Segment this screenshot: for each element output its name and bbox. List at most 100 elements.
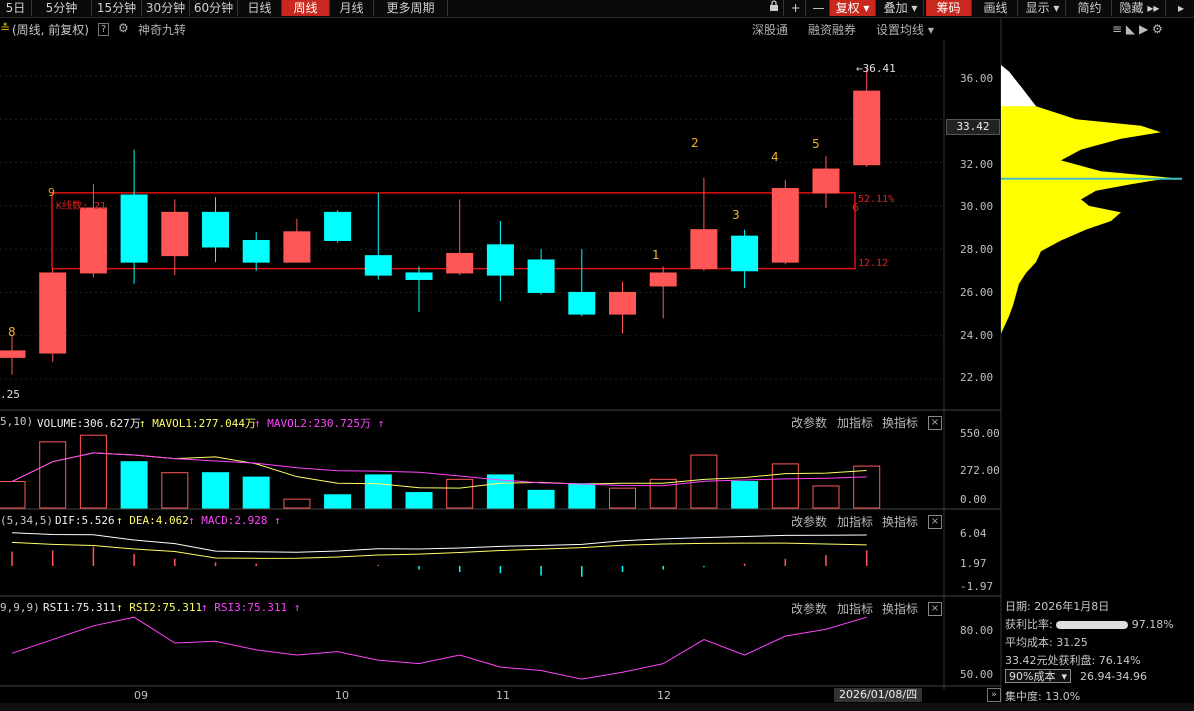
time-tick: 10	[335, 689, 349, 702]
candle-body	[242, 239, 270, 263]
close-panel-button[interactable]: ×	[928, 416, 942, 430]
chip-profit-ratio: 获利比率: 97.18%	[1005, 618, 1174, 631]
volume-bar	[120, 461, 148, 509]
low-price-label: .25	[0, 388, 20, 401]
volume-bar	[853, 465, 881, 509]
add-indicator-button[interactable]: 加指标	[837, 513, 873, 530]
candle-body	[486, 244, 514, 276]
price-tick: 24.00	[960, 329, 994, 342]
add-indicator-button[interactable]: 加指标	[837, 600, 873, 617]
cost-select[interactable]: 90%成本 ▾	[1005, 669, 1071, 683]
box-percent: 52.11%	[858, 194, 895, 205]
volume-value: VOLUME:306.627万	[37, 417, 141, 430]
switch-indicator-button[interactable]: 换指标	[882, 513, 918, 530]
macd-params: (5,34,5)	[0, 514, 53, 527]
volume-bar	[405, 492, 433, 509]
volume-tick: 0.00	[960, 493, 987, 506]
switch-indicator-button[interactable]: 换指标	[882, 414, 918, 431]
volume-bar	[446, 478, 474, 509]
volume-bar	[364, 474, 392, 509]
close-panel-button[interactable]: ×	[928, 515, 942, 529]
volume-bar	[39, 441, 67, 509]
chip-date: 日期: 2026年1月8日	[1005, 600, 1110, 613]
price-tick: 26.00	[960, 286, 994, 299]
close-panel-button[interactable]: ×	[928, 602, 942, 616]
cursor-date-label: 2026/01/08/四	[834, 688, 923, 702]
switch-indicator-button[interactable]: 换指标	[882, 600, 918, 617]
volume-bar	[0, 481, 26, 509]
volume-bar	[812, 485, 840, 509]
candle-body	[568, 291, 596, 315]
price-tick: 28.00	[960, 243, 994, 256]
high-price-label: ←36.41	[856, 62, 896, 75]
volume-bar	[79, 434, 107, 509]
macd-tick: 1.97	[960, 557, 987, 570]
volume-bar	[731, 481, 759, 509]
change-params-button[interactable]: 改参数	[791, 414, 827, 431]
expand-icon[interactable]: »	[987, 688, 1001, 702]
nine-count-label: 6	[852, 201, 859, 214]
candle-body	[283, 231, 311, 263]
nine-count-label: 9	[48, 186, 55, 199]
profit-ratio-bar	[1056, 621, 1129, 629]
price-tick: 22.00	[960, 371, 994, 384]
rsi-params: 9,9,9)	[0, 601, 40, 614]
nine-count-label: 3	[732, 208, 740, 222]
nine-count-label: 2	[691, 136, 699, 150]
candle-body	[649, 272, 677, 287]
rsi-line	[11, 616, 867, 680]
current-price-tag: 33.42	[946, 119, 1000, 135]
candle-body	[202, 211, 229, 248]
price-tick: 36.00	[960, 72, 994, 85]
macd-tick: -1.97	[960, 580, 994, 593]
time-tick: 11	[496, 689, 510, 702]
candle-body	[609, 291, 636, 315]
mavol1-value: ↑ MAVOL1:277.044万	[139, 417, 256, 430]
dea-line	[11, 541, 867, 559]
dif-value: DIF:5.526	[55, 514, 115, 527]
bottom-indicator-bar	[0, 703, 1194, 711]
volume-tick: 272.00	[960, 464, 1000, 477]
candle-body	[690, 229, 718, 270]
volume-bar	[527, 489, 555, 509]
add-indicator-button[interactable]: 加指标	[837, 414, 873, 431]
time-tick: 09	[134, 689, 148, 702]
candle-body	[79, 207, 107, 274]
rsi2-value: ↑ RSI2:75.311	[116, 601, 203, 614]
volume-bar	[161, 472, 189, 509]
change-params-button[interactable]: 改参数	[791, 600, 827, 617]
chip-avg-cost: 平均成本: 31.25	[1005, 636, 1088, 649]
box-kline-count: K线数: 21	[56, 201, 107, 212]
nine-count-label: 8	[8, 325, 16, 339]
rsi-tick: 50.00	[960, 668, 994, 681]
volume-bar	[568, 483, 596, 509]
volume-bar	[324, 494, 352, 509]
volume-bar	[771, 463, 799, 509]
volume-tick: 550.00	[960, 427, 1000, 440]
macd-tick: 6.04	[960, 527, 987, 540]
rsi3-value: ↑ RSI3:75.311 ↑	[201, 601, 301, 614]
candle-body	[446, 252, 474, 274]
volume-bar	[202, 472, 229, 509]
volume-bar	[609, 487, 636, 509]
candle-body	[324, 211, 352, 241]
box-low-value: 12.12	[858, 258, 889, 269]
candle-body	[0, 350, 26, 358]
candle-body	[364, 255, 392, 276]
volume-bar	[242, 476, 270, 509]
price-tick: 30.00	[960, 200, 994, 213]
nine-count-label: 4	[771, 150, 779, 164]
volume-params: 5,10)	[0, 415, 34, 428]
candle-body	[527, 259, 555, 293]
rsi1-value: RSI1:75.311	[43, 601, 116, 614]
candle-body	[161, 211, 189, 257]
change-params-button[interactable]: 改参数	[791, 513, 827, 530]
macd-value: ↑ MACD:2.928 ↑	[188, 514, 281, 527]
candle-body	[812, 168, 840, 194]
mavol2-value: ↑ MAVOL2:230.725万 ↑	[254, 417, 385, 430]
candle-body	[39, 272, 67, 354]
price-tick: 32.00	[960, 158, 994, 171]
volume-bar	[283, 498, 311, 509]
dea-value: ↑ DEA:4.062	[116, 514, 189, 527]
nine-count-label: 5	[812, 137, 820, 151]
